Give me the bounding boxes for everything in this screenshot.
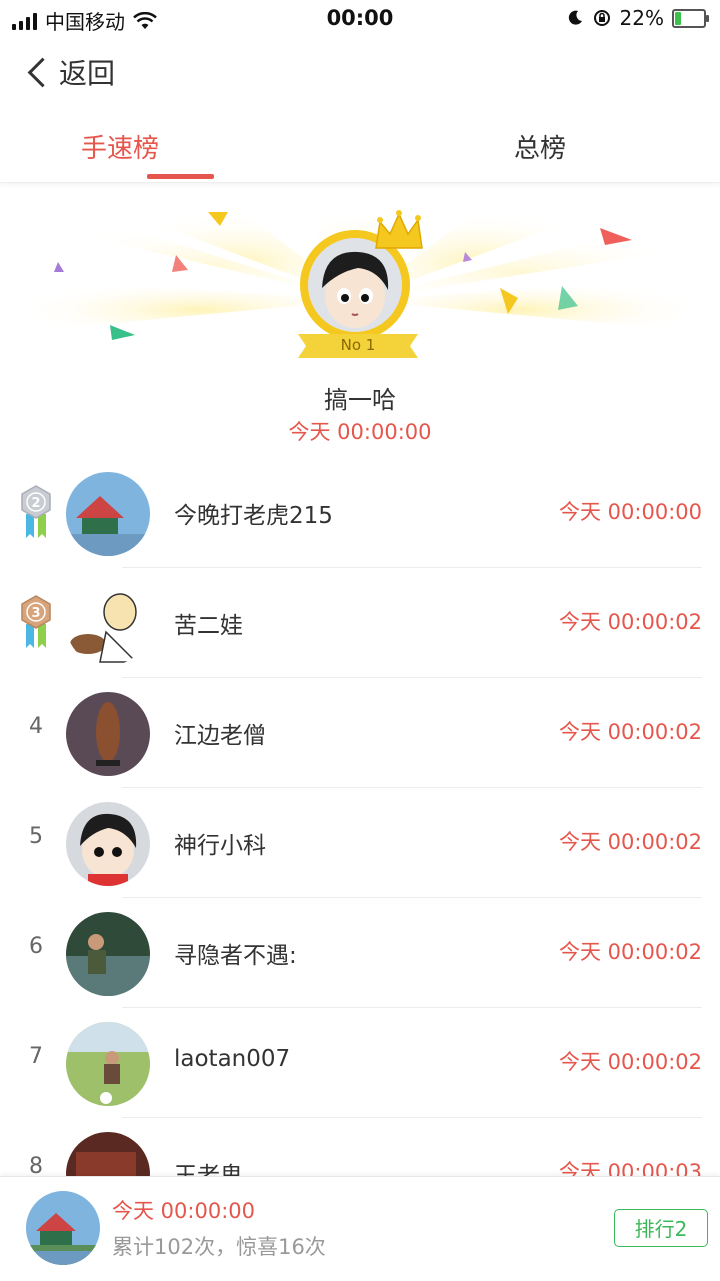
svg-text:2: 2 bbox=[31, 496, 40, 511]
rank-number: 7 bbox=[29, 1044, 43, 1069]
rotation-lock-icon bbox=[593, 10, 610, 26]
svg-text:3: 3 bbox=[31, 606, 40, 621]
user-name: 今晚打老虎215 bbox=[174, 503, 333, 529]
user-time: 今天 00:00:02 bbox=[559, 720, 702, 744]
status-bar: 中国移动 00:00 22% bbox=[0, 0, 720, 38]
avatar-image bbox=[66, 472, 150, 556]
rank-medal: 3 bbox=[16, 594, 56, 654]
tab-speed-ranking[interactable]: 手速榜 bbox=[60, 128, 180, 165]
champion-time: 今天 00:00:00 bbox=[288, 420, 432, 444]
avatar-image bbox=[66, 1022, 150, 1106]
avatar-image bbox=[66, 802, 150, 886]
ranking-row[interactable]: 6 寻隐者不遇: 今天 00:00:02 bbox=[0, 898, 720, 1008]
champion-section: No 1 搞一哈 今天 00:00:00 bbox=[0, 190, 720, 450]
my-avatar[interactable] bbox=[26, 1191, 100, 1265]
user-time: 今天 00:00:00 bbox=[559, 500, 702, 524]
battery-percent: 22% bbox=[619, 6, 664, 30]
user-time: 今天 00:00:02 bbox=[559, 830, 702, 854]
bronze-medal-icon: 3 bbox=[21, 595, 51, 648]
user-avatar[interactable] bbox=[66, 1022, 150, 1106]
user-avatar[interactable] bbox=[66, 912, 150, 996]
user-name: 寻隐者不遇: bbox=[174, 943, 297, 969]
moon-icon bbox=[568, 10, 582, 25]
user-avatar[interactable] bbox=[66, 472, 150, 556]
avatar-image bbox=[26, 1191, 100, 1265]
cartoon-face-icon bbox=[322, 251, 389, 328]
ranking-button[interactable]: 排行2 bbox=[614, 1209, 708, 1247]
avatar-image bbox=[66, 692, 150, 776]
my-time: 今天 00:00:00 bbox=[112, 1199, 255, 1223]
user-time: 今天 00:00:02 bbox=[559, 940, 702, 964]
avatar-image bbox=[66, 912, 150, 996]
ranking-row[interactable]: 7 laotan007 今天 00:00:02 bbox=[0, 1008, 720, 1118]
battery-icon bbox=[672, 8, 709, 28]
user-name: 神行小科 bbox=[174, 833, 266, 859]
ranking-row[interactable]: 4 江边老僧 今天 00:00:02 bbox=[0, 678, 720, 788]
my-rank-bar: 今天 00:00:00 累计102次，惊喜16次 排行2 bbox=[0, 1176, 720, 1281]
rank-number: 4 bbox=[29, 714, 43, 739]
champion-badge: No 1 bbox=[340, 336, 376, 354]
crown-icon bbox=[375, 210, 423, 249]
back-button[interactable]: 返回 bbox=[24, 52, 115, 92]
tab-overall-ranking[interactable]: 总榜 bbox=[420, 128, 660, 165]
ranking-row[interactable]: 3 苦二娃 今天 00:00:02 bbox=[0, 568, 720, 678]
user-time: 今天 00:00:02 bbox=[559, 610, 702, 634]
champion-name: 搞一哈 bbox=[324, 386, 396, 414]
user-avatar[interactable] bbox=[66, 692, 150, 776]
ranking-row[interactable]: 2 今晚打老虎215 今天 00:00:00 bbox=[0, 458, 720, 568]
back-label: 返回 bbox=[59, 57, 116, 90]
user-avatar[interactable] bbox=[66, 582, 150, 666]
user-name: laotan007 bbox=[174, 1046, 291, 1072]
rank-medal: 2 bbox=[16, 484, 56, 544]
nav-bar: 返回 bbox=[0, 44, 720, 104]
tab-bar: 手速榜 总榜 bbox=[0, 110, 720, 183]
user-avatar[interactable] bbox=[66, 802, 150, 886]
rank-number: 5 bbox=[29, 824, 43, 849]
chevron-left-icon bbox=[27, 57, 58, 87]
user-time: 今天 00:00:02 bbox=[559, 1050, 702, 1074]
ranking-row[interactable]: 5 神行小科 今天 00:00:02 bbox=[0, 788, 720, 898]
my-stats: 累计102次，惊喜16次 bbox=[112, 1235, 326, 1259]
active-tab-indicator bbox=[147, 174, 214, 179]
avatar-image bbox=[66, 582, 150, 666]
rank-number: 6 bbox=[29, 934, 43, 959]
ranking-list: 2 今晚打老虎215 今天 00:00:00 3 苦二娃 今天 00:00:02 4 江边老僧… bbox=[0, 458, 720, 1228]
user-name: 苦二娃 bbox=[174, 613, 243, 639]
silver-medal-icon: 2 bbox=[21, 485, 51, 538]
user-name: 江边老僧 bbox=[174, 723, 266, 749]
